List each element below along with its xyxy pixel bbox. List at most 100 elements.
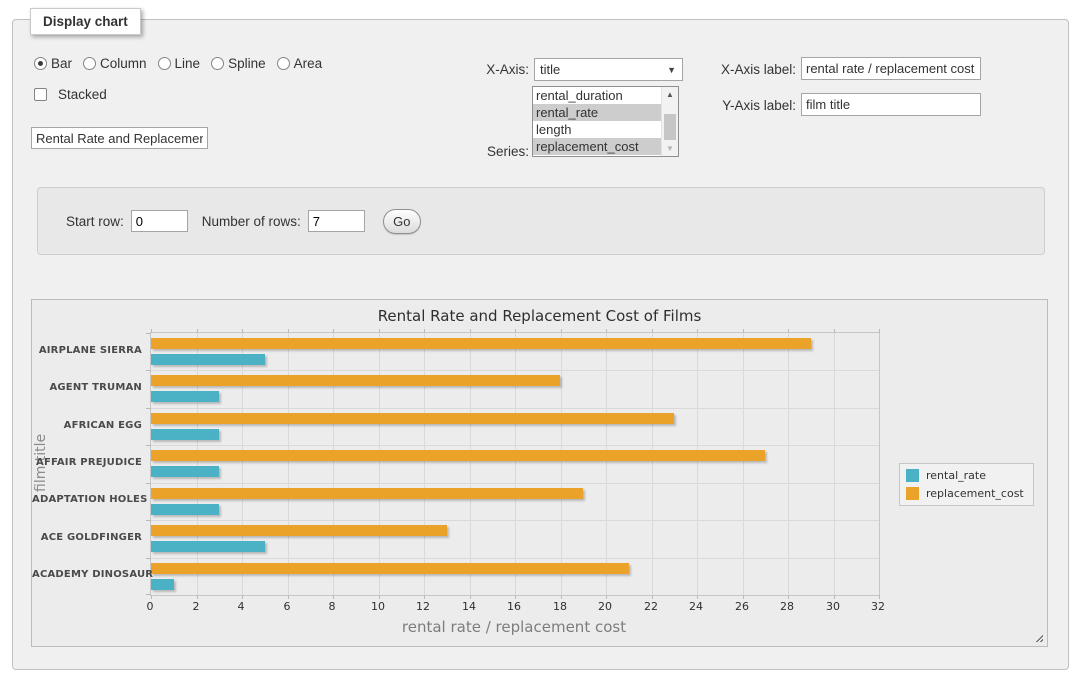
x-axis-label-input[interactable] bbox=[801, 57, 981, 80]
chart-type-option-spline[interactable]: Spline bbox=[211, 56, 266, 71]
axis-tick bbox=[697, 329, 698, 333]
category-label: ACE GOLDFINGER bbox=[32, 532, 142, 543]
bar-rental-rate bbox=[151, 579, 174, 590]
axis-tick bbox=[470, 595, 471, 599]
num-rows-label: Number of rows: bbox=[202, 214, 301, 229]
gridline-vertical bbox=[834, 333, 835, 595]
axis-tick bbox=[146, 408, 151, 409]
axis-tick bbox=[288, 329, 289, 333]
chart-title-input[interactable] bbox=[31, 127, 208, 149]
x-tick-label: 6 bbox=[267, 600, 307, 613]
axis-tick bbox=[834, 329, 835, 333]
stacked-checkbox[interactable] bbox=[34, 88, 47, 101]
axis-tick bbox=[146, 333, 151, 334]
radio-icon[interactable] bbox=[277, 57, 290, 70]
bar-replacement-cost bbox=[151, 375, 560, 386]
gridline-vertical bbox=[379, 333, 380, 595]
x-tick-label: 26 bbox=[722, 600, 762, 613]
axis-tick bbox=[146, 558, 151, 559]
bar-replacement-cost bbox=[151, 413, 674, 424]
plot-area bbox=[150, 332, 880, 596]
bar-rental-rate bbox=[151, 354, 265, 365]
axis-tick bbox=[197, 329, 198, 333]
display-chart-fieldset: BarColumnLineSplineArea Stacked X-Axis: … bbox=[12, 19, 1069, 670]
gridline-vertical bbox=[788, 333, 789, 595]
series-select-label: Series: bbox=[433, 144, 529, 159]
radio-icon[interactable] bbox=[158, 57, 171, 70]
start-row-input[interactable] bbox=[131, 210, 188, 232]
bar-rental-rate bbox=[151, 429, 219, 440]
category-label: ADAPTATION HOLES bbox=[32, 494, 142, 505]
scroll-down-icon[interactable]: ▼ bbox=[662, 141, 678, 156]
gridline-vertical bbox=[242, 333, 243, 595]
axis-tick bbox=[515, 329, 516, 333]
category-label: ACADEMY DINOSAUR bbox=[32, 569, 142, 580]
axis-tick bbox=[788, 595, 789, 599]
axis-tick bbox=[424, 329, 425, 333]
x-tick-label: 10 bbox=[358, 600, 398, 613]
chart-type-radio-group: Bar Column Line Spline Area bbox=[34, 56, 322, 71]
bar-replacement-cost bbox=[151, 525, 447, 536]
stacked-option[interactable]: Stacked bbox=[34, 87, 107, 102]
radio-icon[interactable] bbox=[34, 57, 47, 70]
axis-tick bbox=[561, 329, 562, 333]
series-option[interactable]: length bbox=[533, 121, 664, 138]
axis-tick bbox=[652, 329, 653, 333]
axis-tick bbox=[146, 445, 151, 446]
axis-tick bbox=[424, 595, 425, 599]
bar-replacement-cost bbox=[151, 488, 583, 499]
gridline-vertical bbox=[288, 333, 289, 595]
bar-replacement-cost bbox=[151, 450, 765, 461]
axis-tick bbox=[788, 329, 789, 333]
axis-tick bbox=[146, 483, 151, 484]
resize-handle-icon[interactable] bbox=[1033, 632, 1043, 642]
page: BarColumnLineSplineArea Stacked X-Axis: … bbox=[0, 0, 1081, 681]
bar-replacement-cost bbox=[151, 563, 629, 574]
x-axis-title: rental rate / replacement cost bbox=[150, 618, 878, 636]
x-axis-select-label: X-Axis: bbox=[433, 62, 529, 77]
x-axis-selected-value: title bbox=[540, 62, 560, 77]
x-tick-label: 2 bbox=[176, 600, 216, 613]
legend-item-replacement-cost: replacement_cost bbox=[906, 487, 1024, 500]
series-option[interactable]: replacement_cost bbox=[533, 138, 664, 155]
gridline-vertical bbox=[743, 333, 744, 595]
bar-replacement-cost bbox=[151, 338, 811, 349]
chart-type-option-line[interactable]: Line bbox=[158, 56, 201, 71]
axis-tick bbox=[379, 329, 380, 333]
stacked-label: Stacked bbox=[58, 87, 107, 102]
radio-icon[interactable] bbox=[211, 57, 224, 70]
gridline-vertical bbox=[470, 333, 471, 595]
series-option[interactable]: rental_rate bbox=[533, 104, 664, 121]
gridline-vertical bbox=[333, 333, 334, 595]
chart-title: Rental Rate and Replacement Cost of Film… bbox=[32, 307, 1047, 325]
gridline-horizontal bbox=[151, 408, 879, 409]
series-listbox[interactable]: ▲ ▼ rental_durationrental_ratelengthrepl… bbox=[532, 86, 679, 157]
axis-tick bbox=[333, 595, 334, 599]
chart-type-option-area[interactable]: Area bbox=[277, 56, 323, 71]
series-option[interactable]: rental_duration bbox=[533, 87, 664, 104]
x-tick-label: 28 bbox=[767, 600, 807, 613]
go-button[interactable]: Go bbox=[383, 209, 421, 234]
category-label: AFFAIR PREJUDICE bbox=[32, 457, 142, 468]
axis-tick bbox=[151, 329, 152, 333]
x-tick-label: 20 bbox=[585, 600, 625, 613]
axis-tick bbox=[197, 595, 198, 599]
x-axis-select[interactable]: title ▼ bbox=[534, 58, 683, 81]
legend-swatch bbox=[906, 469, 919, 482]
axis-tick bbox=[242, 595, 243, 599]
category-label: AGENT TRUMAN bbox=[32, 382, 142, 393]
radio-icon[interactable] bbox=[83, 57, 96, 70]
chart-legend: rental_ratereplacement_cost bbox=[899, 463, 1034, 506]
y-axis-label-input[interactable] bbox=[801, 93, 981, 116]
chart-type-option-bar[interactable]: Bar bbox=[34, 56, 72, 71]
axis-tick bbox=[146, 520, 151, 521]
x-tick-label: 12 bbox=[403, 600, 443, 613]
chart-type-option-column[interactable]: Column bbox=[83, 56, 147, 71]
axis-tick bbox=[834, 595, 835, 599]
num-rows-input[interactable] bbox=[308, 210, 365, 232]
x-tick-label: 4 bbox=[221, 600, 261, 613]
axis-tick bbox=[606, 595, 607, 599]
axis-tick bbox=[242, 329, 243, 333]
scrollbar-thumb[interactable] bbox=[664, 114, 676, 140]
gridline-horizontal bbox=[151, 445, 879, 446]
